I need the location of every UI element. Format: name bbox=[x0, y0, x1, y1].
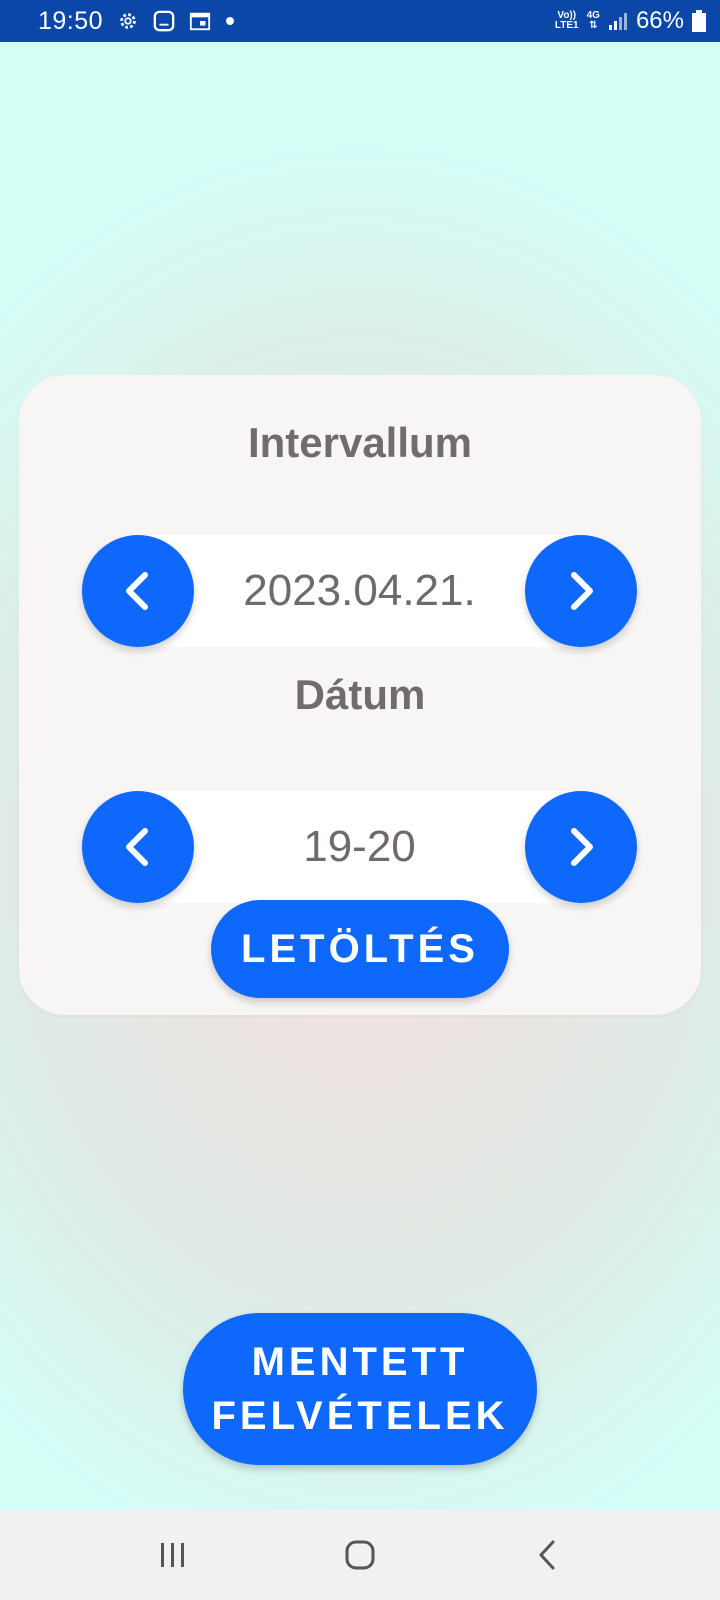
recent-apps-icon bbox=[161, 1543, 185, 1567]
navigation-bar bbox=[0, 1510, 720, 1600]
home-button[interactable] bbox=[320, 1525, 400, 1585]
interval-prev-button[interactable] bbox=[82, 535, 194, 647]
screen-icon bbox=[153, 10, 175, 32]
back-button[interactable] bbox=[507, 1525, 587, 1585]
recent-apps-button[interactable] bbox=[133, 1525, 213, 1585]
settings-card: Intervallum 2023.04.21. Dátum 19-20 LETÖ… bbox=[19, 375, 701, 1015]
saved-recordings-button[interactable]: MENTETT FELVÉTELEK bbox=[183, 1313, 537, 1465]
interval-stepper: 2023.04.21. bbox=[82, 535, 637, 647]
dot-icon bbox=[225, 16, 235, 26]
status-bar: 19:50 Vo)) LTE1 4G ⇅ 66% bbox=[0, 0, 720, 42]
status-time: 19:50 bbox=[38, 6, 104, 35]
volte-indicator: Vo)) LTE1 bbox=[555, 11, 579, 31]
home-icon bbox=[345, 1540, 375, 1570]
date-title: Dátum bbox=[294, 671, 426, 718]
main-area: Intervallum 2023.04.21. Dátum 19-20 LETÖ… bbox=[0, 42, 720, 1510]
battery-icon bbox=[692, 10, 706, 32]
interval-title: Intervallum bbox=[247, 419, 473, 466]
chevron-right-icon bbox=[571, 572, 593, 610]
interval-value: 2023.04.21. bbox=[138, 535, 581, 647]
chevron-left-icon bbox=[126, 828, 148, 866]
lte-label: LTE1 bbox=[554, 20, 579, 31]
saved-recordings-line2: FELVÉTELEK bbox=[211, 1394, 509, 1438]
back-icon bbox=[539, 1540, 555, 1570]
saved-recordings-line1: MENTETT bbox=[251, 1340, 469, 1384]
chevron-left-icon bbox=[126, 572, 148, 610]
battery-percent: 66% bbox=[635, 7, 684, 34]
date-stepper: 19-20 bbox=[82, 791, 637, 903]
signal-icon bbox=[608, 11, 628, 31]
date-prev-button[interactable] bbox=[82, 791, 194, 903]
download-button[interactable]: LETÖLTÉS bbox=[211, 900, 509, 998]
date-value: 19-20 bbox=[138, 791, 581, 903]
network-type-indicator: 4G ⇅ bbox=[586, 10, 600, 31]
date-next-button[interactable] bbox=[525, 791, 637, 903]
gear-icon bbox=[117, 10, 139, 32]
interval-next-button[interactable] bbox=[525, 535, 637, 647]
chevron-right-icon bbox=[571, 828, 593, 866]
calendar-icon bbox=[189, 10, 211, 32]
